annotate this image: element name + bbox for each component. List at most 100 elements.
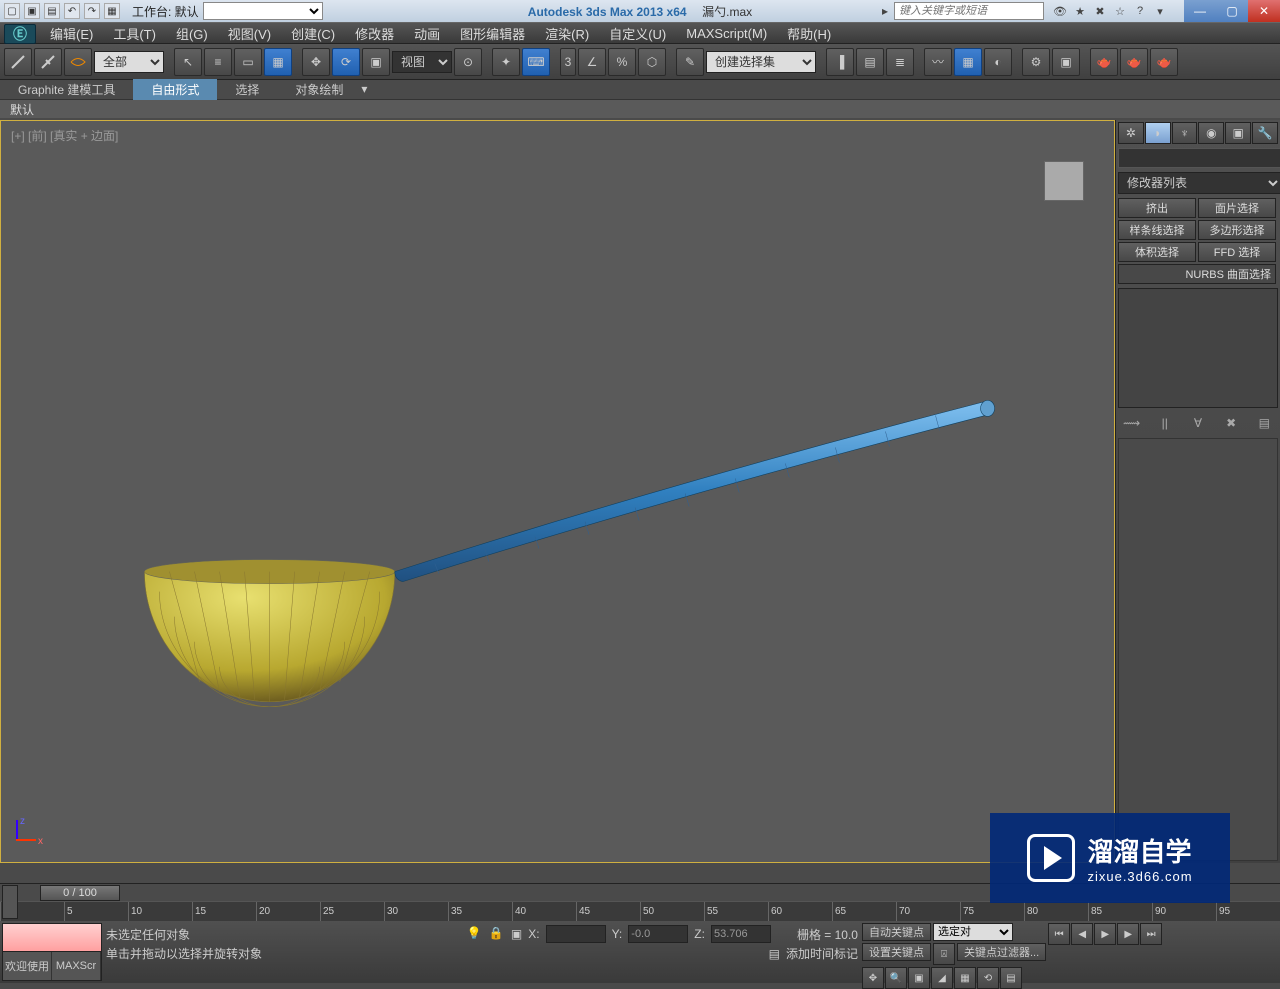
macro-recorder[interactable]: [3, 924, 101, 952]
zoom-icon[interactable]: 🔍: [885, 967, 907, 989]
key-icon[interactable]: ⍓: [933, 943, 955, 965]
mod-btn-ffd-select[interactable]: FFD 选择: [1198, 242, 1276, 262]
goto-end-icon[interactable]: ⏭: [1140, 923, 1162, 945]
menu-maxscript[interactable]: MAXScript(M): [676, 23, 777, 44]
tab-motion-icon[interactable]: ◉: [1198, 122, 1224, 144]
tab-create-icon[interactable]: ✲: [1118, 122, 1144, 144]
menu-rendering[interactable]: 渲染(R): [535, 21, 599, 46]
select-by-name-icon[interactable]: ≡: [204, 48, 232, 76]
menu-help[interactable]: 帮助(H): [777, 21, 841, 46]
window-crossing-icon[interactable]: ▦: [264, 48, 292, 76]
menu-group[interactable]: 组(G): [166, 21, 218, 46]
ribbon-tab-paint[interactable]: 对象绘制: [277, 79, 361, 100]
keyboard-shortcut-icon[interactable]: ⌨: [522, 48, 550, 76]
curve-editor-icon[interactable]: 〰: [924, 48, 952, 76]
lock-icon[interactable]: 🔒: [489, 926, 505, 942]
coord-x-input[interactable]: [546, 925, 606, 943]
selection-filter-select[interactable]: 全部: [94, 51, 164, 73]
key-filters-button[interactable]: 关键点过滤器...: [957, 943, 1046, 961]
comm-center-icon-2[interactable]: ▤: [769, 947, 780, 961]
qat-undo-icon[interactable]: ↶: [64, 3, 80, 19]
time-slider-handle[interactable]: 0 / 100: [40, 885, 120, 901]
menu-customize[interactable]: 自定义(U): [599, 21, 676, 46]
maximize-viewport-icon[interactable]: ▤: [1000, 967, 1022, 989]
tab-utilities-icon[interactable]: 🔧: [1252, 122, 1278, 144]
autokey-button[interactable]: 自动关键点: [862, 923, 931, 941]
prev-frame-icon[interactable]: ◀: [1071, 923, 1093, 945]
help-icon[interactable]: ?: [1132, 3, 1148, 19]
bulb-icon[interactable]: 💡: [467, 926, 483, 942]
modifier-list-select[interactable]: 修改器列表: [1118, 172, 1280, 194]
viewcube[interactable]: [1044, 161, 1084, 201]
layers-icon[interactable]: ≣: [886, 48, 914, 76]
menu-views[interactable]: 视图(V): [218, 21, 281, 46]
unlink-icon[interactable]: [34, 48, 62, 76]
maxscript-label[interactable]: MAXScr: [52, 952, 101, 980]
ref-coord-select[interactable]: 视图: [392, 51, 452, 73]
workspace-select[interactable]: [203, 2, 323, 20]
help-search-input[interactable]: [894, 2, 1044, 20]
bind-spacewarp-icon[interactable]: [64, 48, 92, 76]
close-button[interactable]: ✕: [1248, 0, 1280, 22]
track-bar-toggle[interactable]: [2, 885, 18, 919]
maximize-button[interactable]: ▢: [1216, 0, 1248, 22]
menu-animation[interactable]: 动画: [404, 21, 450, 46]
named-selection-select[interactable]: 创建选择集: [706, 51, 816, 73]
spinner-snap-icon[interactable]: ⬡: [638, 48, 666, 76]
isolate-icon[interactable]: ▣: [511, 927, 522, 941]
modifier-stack[interactable]: [1118, 288, 1278, 408]
snap-3d-icon[interactable]: 3: [560, 48, 576, 76]
menu-edit[interactable]: 编辑(E): [40, 21, 103, 46]
exchange-icon[interactable]: ✖: [1092, 3, 1108, 19]
time-ruler[interactable]: 05101520253035404550556065707580859095: [0, 901, 1280, 921]
zoom-all-icon[interactable]: ▣: [908, 967, 930, 989]
coord-y-input[interactable]: [628, 925, 688, 943]
ribbon-tab-selection[interactable]: 选择: [217, 79, 277, 100]
rollout-area[interactable]: [1118, 438, 1278, 861]
tab-modify-icon[interactable]: ◗: [1145, 122, 1171, 144]
menu-create[interactable]: 创建(C): [281, 21, 345, 46]
goto-start-icon[interactable]: ⏮: [1048, 923, 1070, 945]
remove-modifier-icon[interactable]: ✖: [1222, 414, 1240, 432]
key-mode-select[interactable]: 选定对: [933, 923, 1013, 941]
select-manipulate-icon[interactable]: ✦: [492, 48, 520, 76]
qat-link-icon[interactable]: ▦: [104, 3, 120, 19]
mod-btn-extrude[interactable]: 挤出: [1118, 198, 1196, 218]
show-end-result-icon[interactable]: ||: [1156, 414, 1174, 432]
menu-tools[interactable]: 工具(T): [103, 21, 166, 46]
rect-select-region-icon[interactable]: ▭: [234, 48, 262, 76]
render-activeshade-icon[interactable]: 🫖: [1150, 48, 1178, 76]
setkey-button[interactable]: 设置关键点: [862, 943, 931, 961]
minimize-button[interactable]: —: [1184, 0, 1216, 22]
mod-btn-volume-select[interactable]: 体积选择: [1118, 242, 1196, 262]
qat-open-icon[interactable]: ▣: [24, 3, 40, 19]
align-icon[interactable]: ▤: [856, 48, 884, 76]
mirror-icon[interactable]: ▐: [826, 48, 854, 76]
tab-display-icon[interactable]: ▣: [1225, 122, 1251, 144]
render-production-icon[interactable]: 🫖: [1090, 48, 1118, 76]
mod-btn-nurbs-select[interactable]: NURBS 曲面选择: [1118, 264, 1276, 284]
named-sel-edit-icon[interactable]: ✎: [676, 48, 704, 76]
qat-new-icon[interactable]: ▢: [4, 3, 20, 19]
fov-icon[interactable]: ◢: [931, 967, 953, 989]
object-name-input[interactable]: [1118, 148, 1280, 168]
material-editor-icon[interactable]: ◐: [984, 48, 1012, 76]
make-unique-icon[interactable]: ∀: [1189, 414, 1207, 432]
pivot-center-icon[interactable]: ⊙: [454, 48, 482, 76]
ribbon-expand-icon[interactable]: ▾: [361, 82, 381, 98]
select-object-icon[interactable]: ↖: [174, 48, 202, 76]
zoom-extents-icon[interactable]: ▦: [954, 967, 976, 989]
time-tag-label[interactable]: 添加时间标记: [786, 945, 858, 962]
orbit-icon[interactable]: ⟲: [977, 967, 999, 989]
viewport-front[interactable]: [+] [前] [真实 + 边面]: [0, 120, 1115, 863]
favorites-icon[interactable]: ☆: [1112, 3, 1128, 19]
ribbon-tab-graphite[interactable]: Graphite 建模工具: [0, 79, 133, 100]
angle-snap-icon[interactable]: ∠: [578, 48, 606, 76]
info-arrow-icon[interactable]: ▸: [882, 4, 888, 18]
mod-btn-spline-select[interactable]: 样条线选择: [1118, 220, 1196, 240]
rotate-icon[interactable]: ⟳: [332, 48, 360, 76]
menu-modifiers[interactable]: 修改器: [345, 21, 404, 46]
link-icon[interactable]: [4, 48, 32, 76]
render-iterative-icon[interactable]: 🫖: [1120, 48, 1148, 76]
menu-graph-editors[interactable]: 图形编辑器: [450, 21, 535, 46]
